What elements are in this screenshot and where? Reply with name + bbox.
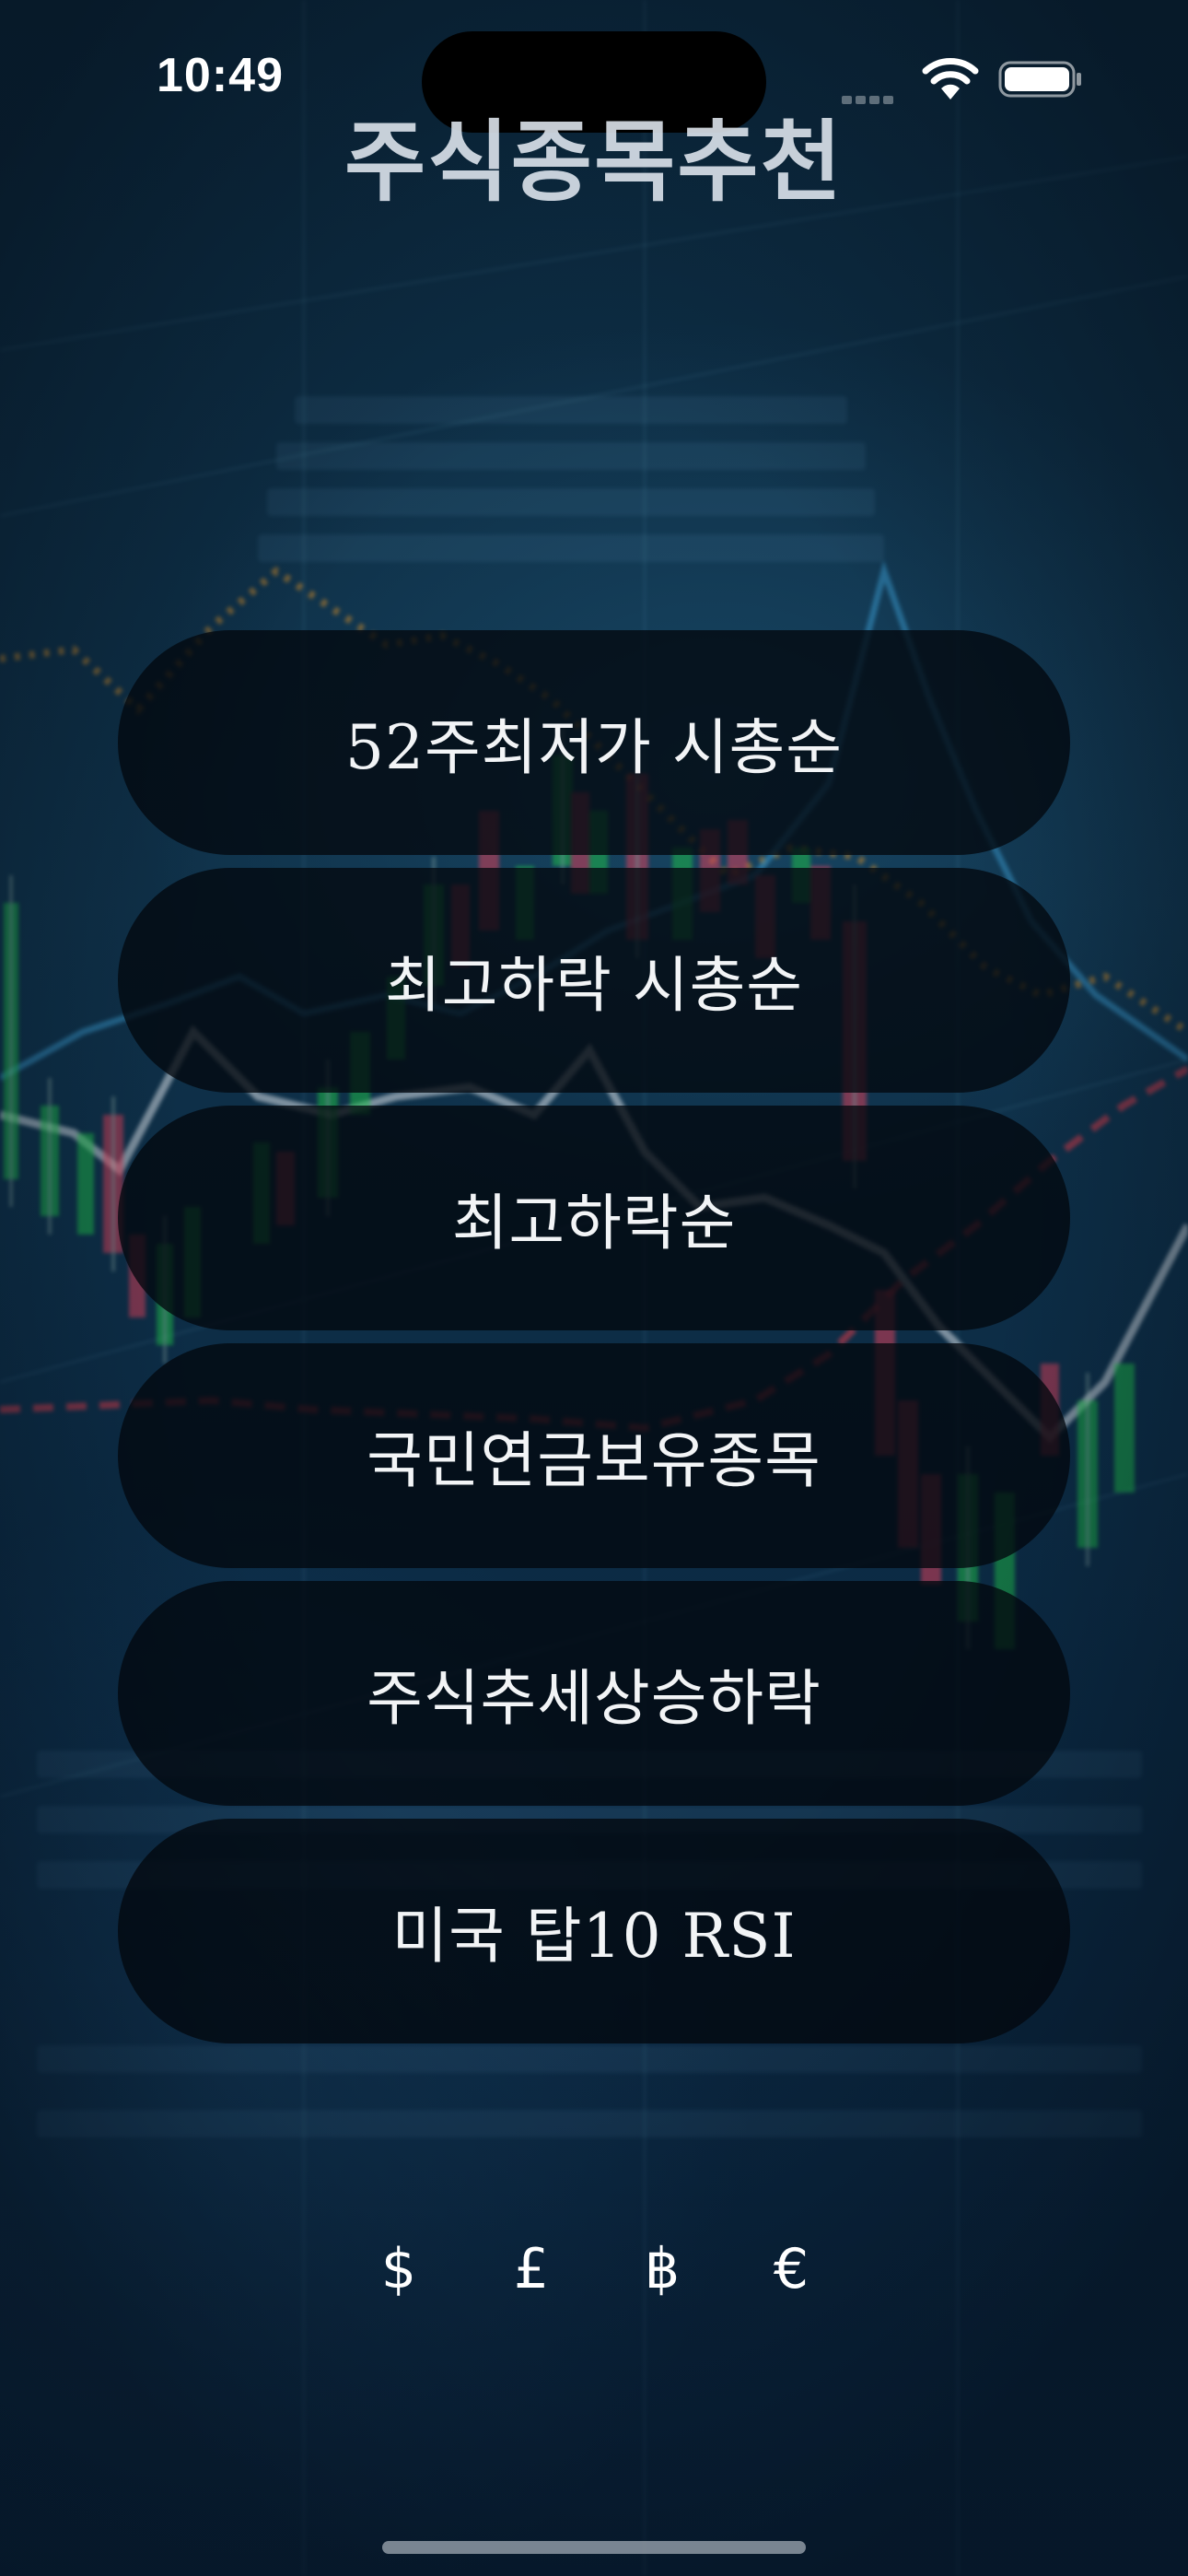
menu-button-stock-trend[interactable]: 주식추세상승하락 [118,1581,1070,1806]
menu-button-52week-low[interactable]: 52주최저가 시총순 [118,630,1070,855]
home-indicator[interactable] [382,2541,806,2554]
menu-button-label: 52주최저가 시총순 [344,712,843,783]
menu-button-label: 국민연금보유종목 [367,1425,821,1496]
euro-icon: € [773,2237,809,2301]
dollar-icon: $ [380,2237,417,2301]
app-screen: 10:49 주식종목추천 52주최저가 시총순 최고하락 시총순 최고하락순 국… [0,0,1188,2576]
currency-symbol-row: $ £ ฿ € [0,2228,1188,2311]
menu-button-top-decline-marketcap[interactable]: 최고하락 시총순 [118,868,1070,1093]
menu-button-label: 최고하락 시총순 [384,950,804,1021]
menu-button-label: 미국 탑10 RSI [391,1901,797,1972]
menu-button-national-pension-holdings[interactable]: 국민연금보유종목 [118,1343,1070,1568]
menu-button-top-decline[interactable]: 최고하락순 [118,1106,1070,1330]
menu-button-label: 최고하락순 [451,1188,737,1259]
menu-button-label: 주식추세상승하락 [367,1663,821,1734]
pound-icon: £ [513,2237,550,2301]
baht-icon: ฿ [644,2237,681,2301]
page-title: 주식종목추천 [344,111,844,214]
menu-button-us-top10-rsi[interactable]: 미국 탑10 RSI [118,1819,1070,2043]
